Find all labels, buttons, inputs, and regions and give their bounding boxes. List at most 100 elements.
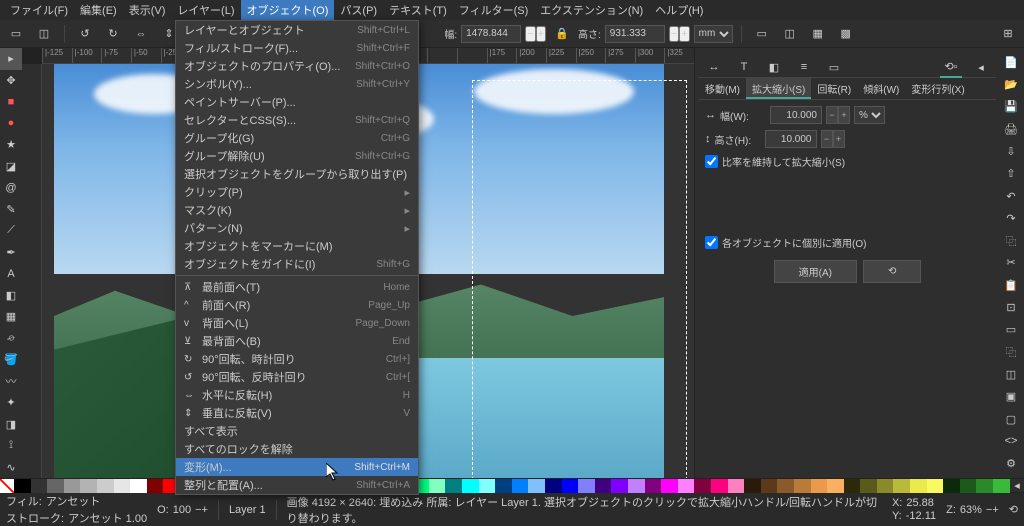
stroke-value[interactable]: アンセット 1.00: [68, 510, 147, 526]
color-swatch[interactable]: [14, 479, 31, 493]
color-swatch[interactable]: [545, 479, 562, 493]
color-swatch[interactable]: [445, 479, 462, 493]
spiral-tool-icon[interactable]: @: [0, 177, 22, 199]
color-swatch[interactable]: [728, 479, 745, 493]
menu-item[interactable]: レイヤーとオブジェクトShift+Ctrl+L: [176, 21, 418, 39]
color-swatch[interactable]: [943, 479, 960, 493]
color-swatch[interactable]: [827, 479, 844, 493]
menu-file[interactable]: ファイル(F): [4, 0, 74, 20]
menu-item[interactable]: すべてのロックを解除: [176, 440, 418, 458]
gradient-tool-icon[interactable]: ◧: [0, 285, 22, 307]
menu-item[interactable]: グループ化(G)Ctrl+G: [176, 129, 418, 147]
group-icon[interactable]: ▣: [1000, 387, 1022, 407]
menu-item[interactable]: ⊼最前面へ(T)Home: [176, 278, 418, 296]
menu-help[interactable]: ヘルプ(H): [649, 0, 709, 20]
color-swatch[interactable]: [794, 479, 811, 493]
zoom-value[interactable]: 63%: [960, 504, 982, 516]
menu-extensions[interactable]: エクステンション(N): [534, 0, 649, 20]
color-swatch[interactable]: [578, 479, 595, 493]
menu-item[interactable]: ⇔水平に反転(H)H: [176, 386, 418, 404]
menu-object[interactable]: オブジェクト(O): [241, 0, 335, 20]
menu-item[interactable]: ⇕垂直に反転(V)V: [176, 404, 418, 422]
color-swatch[interactable]: [528, 479, 545, 493]
selection-rectangle[interactable]: [472, 80, 687, 478]
unit-select[interactable]: mm: [694, 25, 733, 43]
menu-item[interactable]: オブジェクトのプロパティ(O)...Shift+Ctrl+O: [176, 57, 418, 75]
menu-text[interactable]: テキスト(T): [383, 0, 453, 20]
menu-item[interactable]: フィル/ストローク(F)...Shift+Ctrl+F: [176, 39, 418, 57]
scale-stroke-icon[interactable]: ▭: [750, 22, 774, 46]
color-swatch[interactable]: [595, 479, 612, 493]
3dbox-tool-icon[interactable]: ◪: [0, 156, 22, 178]
move-panel-icon[interactable]: ↔: [703, 56, 725, 78]
mesh-tool-icon[interactable]: ▦: [0, 306, 22, 328]
copy-icon[interactable]: ⿻: [1000, 231, 1022, 251]
color-swatch[interactable]: [678, 479, 695, 493]
panel-unit-select[interactable]: %: [854, 106, 885, 124]
opacity-value[interactable]: 100: [173, 504, 191, 516]
color-swatch[interactable]: [661, 479, 678, 493]
pw-inc[interactable]: +: [838, 106, 850, 124]
color-swatch[interactable]: [495, 479, 512, 493]
apply-button[interactable]: 適用(A): [774, 260, 857, 283]
tab-skew[interactable]: 傾斜(W): [857, 78, 905, 99]
zoom-fit-icon[interactable]: ⊡: [1000, 297, 1022, 317]
rect-tool-icon[interactable]: ■: [0, 91, 22, 113]
eraser-tool-icon[interactable]: ◨: [0, 414, 22, 436]
fill-value[interactable]: アンセット: [46, 493, 101, 509]
no-fill-swatch[interactable]: [0, 479, 14, 493]
menu-view[interactable]: 表示(V): [123, 0, 172, 20]
bucket-tool-icon[interactable]: 🪣: [0, 349, 22, 371]
menu-item[interactable]: ^前面へ(R)Page_Up: [176, 296, 418, 314]
prefs-icon[interactable]: ⚙: [1000, 454, 1022, 474]
close-panel-icon[interactable]: ◂: [970, 56, 992, 78]
print-icon[interactable]: 🖨: [1000, 119, 1022, 139]
keep-ratio-checkbox[interactable]: [705, 155, 718, 168]
pencil-tool-icon[interactable]: ✎: [0, 199, 22, 221]
color-swatch[interactable]: [645, 479, 662, 493]
menu-edit[interactable]: 編集(E): [74, 0, 123, 20]
menu-item[interactable]: オブジェクトをガイドに(I)Shift+G: [176, 255, 418, 273]
tab-scale[interactable]: 拡大縮小(S): [746, 78, 811, 99]
color-swatch[interactable]: [80, 479, 97, 493]
layers-icon[interactable]: ▭: [4, 22, 28, 46]
panel-height-input[interactable]: [765, 130, 817, 148]
ellipse-tool-icon[interactable]: ●: [0, 113, 22, 135]
clone-icon[interactable]: ◫: [1000, 364, 1022, 384]
tab-matrix[interactable]: 変形行列(X): [905, 78, 970, 99]
xml-icon[interactable]: <>: [1000, 431, 1022, 451]
color-swatch[interactable]: [811, 479, 828, 493]
color-swatch[interactable]: [130, 479, 147, 493]
color-swatch[interactable]: [64, 479, 81, 493]
rotate-ccw-icon[interactable]: ↺: [73, 22, 97, 46]
color-swatch[interactable]: [628, 479, 645, 493]
color-swatch[interactable]: [761, 479, 778, 493]
palette-menu-icon[interactable]: ◂: [1010, 479, 1024, 492]
apply-each-checkbox[interactable]: [705, 236, 718, 249]
menu-item[interactable]: すべて表示: [176, 422, 418, 440]
tweak-tool-icon[interactable]: 〰: [0, 371, 22, 393]
duplicate-icon[interactable]: ⿻: [1000, 342, 1022, 362]
save-icon[interactable]: 💾: [1000, 97, 1022, 117]
color-swatch[interactable]: [694, 479, 711, 493]
color-swatch[interactable]: [976, 479, 993, 493]
bezier-tool-icon[interactable]: ⟋: [0, 220, 22, 242]
menu-path[interactable]: パス(P): [334, 0, 383, 20]
star-tool-icon[interactable]: ★: [0, 134, 22, 156]
ungroup-icon[interactable]: ▢: [1000, 409, 1022, 429]
color-swatch[interactable]: [777, 479, 794, 493]
fill-panel-icon[interactable]: ◧: [763, 56, 785, 78]
calligraphy-tool-icon[interactable]: ✒: [0, 242, 22, 264]
color-swatch[interactable]: [97, 479, 114, 493]
menu-item[interactable]: 整列と配置(A)...Shift+Ctrl+A: [176, 476, 418, 494]
text-panel-icon[interactable]: T: [733, 56, 755, 78]
color-swatch[interactable]: [893, 479, 910, 493]
transform-panel-icon[interactable]: ⟲▫: [940, 56, 962, 78]
pw-dec[interactable]: −: [826, 106, 838, 124]
text-tool-icon[interactable]: A: [0, 263, 22, 285]
ph-dec[interactable]: −: [821, 130, 833, 148]
color-swatch[interactable]: [711, 479, 728, 493]
color-swatch[interactable]: [744, 479, 761, 493]
menu-item[interactable]: セレクターとCSS(S)...Shift+Ctrl+Q: [176, 111, 418, 129]
width-input[interactable]: [461, 25, 521, 43]
